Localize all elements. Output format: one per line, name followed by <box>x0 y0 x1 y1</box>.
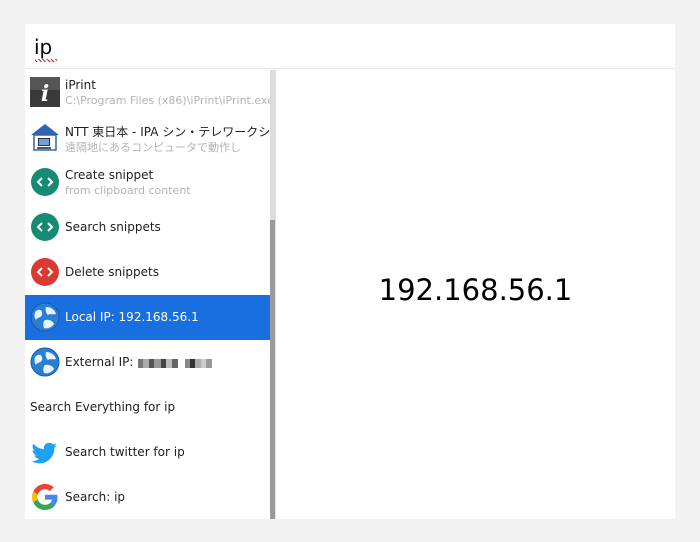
globe-icon <box>30 302 60 332</box>
result-item-search-google[interactable]: Search: ip <box>25 475 270 519</box>
preview-ip-value: 192.168.56.1 <box>378 273 573 307</box>
spellcheck-underline <box>35 59 57 62</box>
search-bar <box>25 24 675 69</box>
globe-icon <box>30 347 60 377</box>
iprint-app-icon: i <box>30 77 60 107</box>
result-item-ntt-telework[interactable]: NTT 東日本 - IPA シン・テレワークシ 遠隔地にあるコンピュータで動作し <box>25 115 270 160</box>
result-subtitle: 遠隔地にあるコンピュータで動作し <box>65 141 241 154</box>
launcher-window: i iPrint C:\Program Files (x86)\iPrint\i… <box>25 24 675 519</box>
result-item-local-ip[interactable]: Local IP: 192.168.56.1 <box>25 295 270 340</box>
result-title: Create snippet <box>65 168 154 182</box>
preview-panel: 192.168.56.1 <box>276 70 675 519</box>
remote-desktop-icon <box>31 124 59 151</box>
result-title: Search Everything for ip <box>30 400 176 414</box>
result-item-iprint[interactable]: i iPrint C:\Program Files (x86)\iPrint\i… <box>25 70 270 115</box>
snippet-delete-icon <box>31 258 59 286</box>
result-title: iPrint <box>65 78 96 92</box>
google-icon <box>32 484 58 510</box>
result-item-external-ip[interactable]: External IP: <box>25 340 270 385</box>
snippet-icon <box>31 213 59 241</box>
result-title: Local IP: 192.168.56.1 <box>65 310 199 324</box>
result-subtitle: C:\Program Files (x86)\iPrint\iPrint.exe <box>65 94 270 107</box>
result-title: Search: ip <box>65 490 126 504</box>
result-title: NTT 東日本 - IPA シン・テレワークシ <box>65 125 270 139</box>
results-list[interactable]: i iPrint C:\Program Files (x86)\iPrint\i… <box>25 70 270 519</box>
twitter-icon <box>31 442 57 464</box>
result-item-search-twitter[interactable]: Search twitter for ip <box>25 430 270 475</box>
result-item-search-everything[interactable]: Search Everything for ip <box>25 385 270 430</box>
search-input[interactable] <box>34 32 634 62</box>
svg-text:i: i <box>41 81 49 107</box>
result-item-delete-snippets[interactable]: Delete snippets <box>25 250 270 295</box>
result-item-search-snippets[interactable]: Search snippets <box>25 205 270 250</box>
result-subtitle: from clipboard content <box>65 184 191 197</box>
result-title: Delete snippets <box>65 265 160 279</box>
result-item-create-snippet[interactable]: Create snippet from clipboard content <box>25 160 270 205</box>
snippet-icon <box>31 168 59 196</box>
result-title: Search twitter for ip <box>65 445 185 459</box>
result-title: Search snippets <box>65 220 161 234</box>
